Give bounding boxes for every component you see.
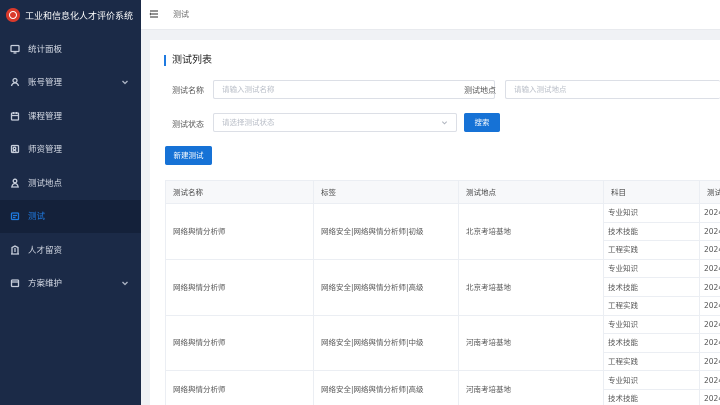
location-filter-label: 测试地点	[464, 86, 496, 95]
breadcrumb[interactable]: 测试	[173, 9, 189, 20]
test-table: 测试名称 标签 测试地点 科目 测试 网络舆情分析师 网络安全|网络舆情分析师|…	[165, 180, 720, 405]
test-name-cell: 网络舆情分析师	[165, 203, 314, 260]
table-row: 网络舆情分析师 网络安全|网络舆情分析师|高级 河南考培基地 专业知识 2024	[165, 370, 720, 405]
app-title: 工业和信息化人才评价系统	[25, 11, 134, 22]
location-cell: 河南考培基地	[458, 314, 604, 372]
table-row: 网络舆情分析师 网络安全|网络舆情分析师|高级 北京考培基地 专业知识 2024	[165, 258, 720, 316]
monitor-icon	[10, 44, 20, 54]
test-name-cell: 网络舆情分析师	[165, 370, 314, 405]
page-title: 测试列表	[164, 55, 212, 66]
tag-cell: 网络安全|网络舆情分析师|高级	[313, 370, 459, 405]
subject-cell: 专业知识	[603, 258, 700, 279]
sidebar-menu: 统计面板 账号管理 课程管理 师资管理 测试地点 测试 人才留资 方案维护	[0, 32, 141, 300]
subject-cell: 专业知识	[603, 370, 700, 390]
logo-icon	[6, 8, 20, 22]
sidebar-item-label: 人才留资	[28, 245, 63, 256]
new-test-button[interactable]: 新建测试	[165, 146, 212, 165]
subject-cell: 技术技能	[603, 333, 700, 353]
menu-toggle-icon[interactable]	[149, 9, 159, 21]
chevron-down-icon	[441, 119, 448, 126]
sidebar-item-courses[interactable]: 课程管理	[0, 99, 141, 133]
date-cell: 2024	[699, 203, 720, 223]
sidebar-item-label: 测试地点	[28, 178, 63, 189]
top-header: 测试	[141, 0, 720, 30]
subject-cell: 专业知识	[603, 314, 700, 335]
date-cell: 2024	[699, 351, 720, 372]
date-cell: 2024	[699, 277, 720, 297]
date-cell: 2024	[699, 240, 720, 260]
date-cell: 2024	[699, 221, 720, 242]
subject-cell: 工程实践	[603, 351, 700, 372]
person-icon	[10, 178, 20, 188]
test-name-cell: 网络舆情分析师	[165, 314, 314, 372]
date-cell: 2024	[699, 258, 720, 279]
column-header: 测试	[699, 180, 720, 204]
status-filter-select[interactable]: 请选择测试状态	[213, 113, 457, 132]
status-filter-label: 测试状态	[172, 120, 204, 129]
calendar-icon	[10, 111, 20, 121]
box-icon	[10, 278, 20, 288]
teacher-icon	[10, 144, 20, 154]
tag-cell: 网络安全|网络舆情分析师|高级	[313, 258, 459, 316]
sidebar: 工业和信息化人才评价系统 统计面板 账号管理 课程管理 师资管理 测试地点 测试	[0, 0, 141, 405]
name-filter-label: 测试名称	[172, 86, 204, 95]
brand: 工业和信息化人才评价系统	[0, 0, 141, 30]
sidebar-item-test-locations[interactable]: 测试地点	[0, 166, 141, 200]
location-cell: 河南考培基地	[458, 370, 604, 405]
table-header-row: 测试名称 标签 测试地点 科目 测试	[165, 180, 720, 204]
date-cell: 2024	[699, 333, 720, 353]
sidebar-item-label: 统计面板	[28, 44, 63, 55]
tag-cell: 网络安全|网络舆情分析师|初级	[313, 203, 459, 260]
subject-cell: 工程实践	[603, 295, 700, 316]
subject-cell: 专业知识	[603, 203, 700, 223]
column-header: 科目	[603, 180, 700, 204]
column-header: 标签	[313, 180, 459, 204]
name-filter-input[interactable]: 请输入测试名称	[213, 80, 495, 99]
search-button[interactable]: 搜索	[464, 113, 500, 132]
sidebar-item-label: 账号管理	[28, 78, 63, 89]
sidebar-item-label: 师资管理	[28, 145, 63, 156]
location-cell: 北京考培基地	[458, 258, 604, 316]
subject-cell: 技术技能	[603, 277, 700, 297]
location-cell: 北京考培基地	[458, 203, 604, 260]
subject-cell: 技术技能	[603, 388, 700, 405]
sidebar-item-label: 课程管理	[28, 111, 63, 122]
date-cell: 2024	[699, 314, 720, 335]
date-cell: 2024	[699, 295, 720, 316]
column-header: 测试地点	[458, 180, 604, 204]
main-card: 测试列表 测试名称 请输入测试名称 测试地点 请输入测试地点 测试状态 请选择测…	[150, 40, 720, 405]
table-row: 网络舆情分析师 网络安全|网络舆情分析师|中级 河南考培基地 专业知识 2024	[165, 314, 720, 372]
sidebar-item-talent[interactable]: 人才留资	[0, 233, 141, 267]
sidebar-item-label: 测试	[28, 212, 46, 223]
user-icon	[10, 77, 20, 87]
sidebar-item-plans[interactable]: 方案维护	[0, 267, 141, 301]
table-row: 网络舆情分析师 网络安全|网络舆情分析师|初级 北京考培基地 专业知识 2024	[165, 203, 720, 260]
location-filter-input[interactable]: 请输入测试地点	[505, 80, 720, 99]
sidebar-item-teachers[interactable]: 师资管理	[0, 133, 141, 167]
tag-cell: 网络安全|网络舆情分析师|中级	[313, 314, 459, 372]
sidebar-item-accounts[interactable]: 账号管理	[0, 66, 141, 100]
sidebar-item-tests[interactable]: 测试	[0, 199, 141, 233]
status-filter-placeholder: 请选择测试状态	[222, 118, 275, 127]
sidebar-item-label: 方案维护	[28, 279, 63, 290]
column-header: 测试名称	[165, 180, 314, 204]
exam-icon	[10, 211, 20, 221]
date-cell: 2024	[699, 388, 720, 405]
subject-cell: 技术技能	[603, 221, 700, 242]
building-icon	[10, 245, 20, 255]
chevron-down-icon	[121, 78, 129, 86]
test-name-cell: 网络舆情分析师	[165, 258, 314, 316]
date-cell: 2024	[699, 370, 720, 390]
subject-cell: 工程实践	[603, 240, 700, 260]
chevron-down-icon	[121, 279, 129, 287]
sidebar-item-dashboard[interactable]: 统计面板	[0, 32, 141, 66]
